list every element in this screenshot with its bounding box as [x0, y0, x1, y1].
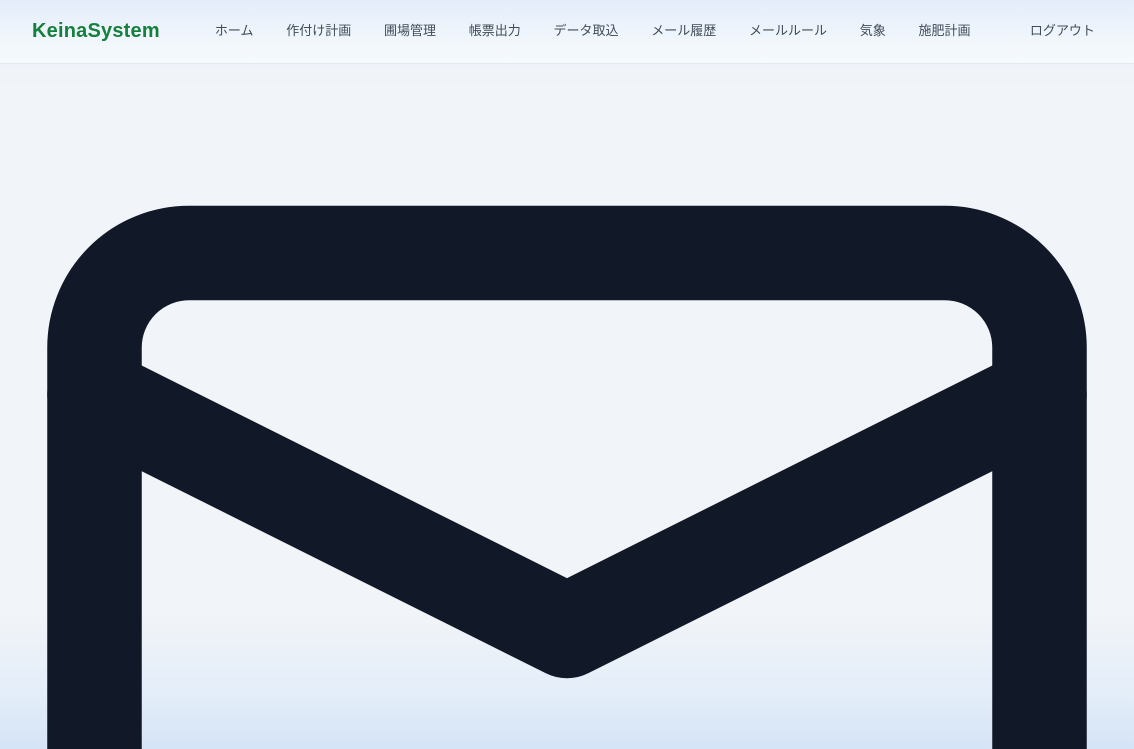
nav-label: メールルール [749, 23, 827, 40]
nav-label: 作付け計画 [286, 23, 351, 40]
main-nav: ホーム 作付け計画 圃場管理 帳票出力 データ取込 [200, 17, 1104, 46]
nav-label: データ取込 [553, 23, 618, 40]
brand-logo: KeinaSystem [32, 20, 160, 43]
nav-item-mail-rules[interactable]: メールルール [734, 17, 836, 46]
nav-item-field-management[interactable]: 圃場管理 [369, 17, 445, 46]
nav-item-mail-history[interactable]: メール履歴 [636, 17, 725, 46]
nav-item-planting-plan[interactable]: 作付け計画 [271, 17, 360, 46]
nav-item-data-import[interactable]: データ取込 [538, 17, 627, 46]
nav-item-password-key[interactable] [988, 25, 1006, 37]
nav-item-report-output[interactable]: 帳票出力 [454, 17, 530, 46]
nav-item-fertilizer-plan[interactable]: 施肥計画 [903, 17, 979, 46]
nav-label: 圃場管理 [384, 23, 436, 40]
nav-item-weather[interactable]: 気象 [845, 17, 895, 46]
nav-label: ホーム [215, 23, 254, 40]
nav-label: ログアウト [1030, 23, 1095, 40]
main-content: メール通知ルール ルールを追加 アドレス 通知しない [0, 64, 1134, 749]
nav-label: 施肥計画 [918, 23, 970, 40]
nav-label: メール履歴 [651, 23, 716, 40]
app-header: KeinaSystem ホーム 作付け計画 圃場管理 帳票出力 [0, 0, 1134, 64]
page-header: メール通知ルール [0, 64, 1134, 749]
nav-label: 帳票出力 [469, 23, 521, 40]
nav-label: 気象 [860, 23, 886, 40]
nav-item-home[interactable]: ホーム [200, 17, 263, 46]
nav-item-logout[interactable]: ログアウト [1015, 17, 1104, 46]
